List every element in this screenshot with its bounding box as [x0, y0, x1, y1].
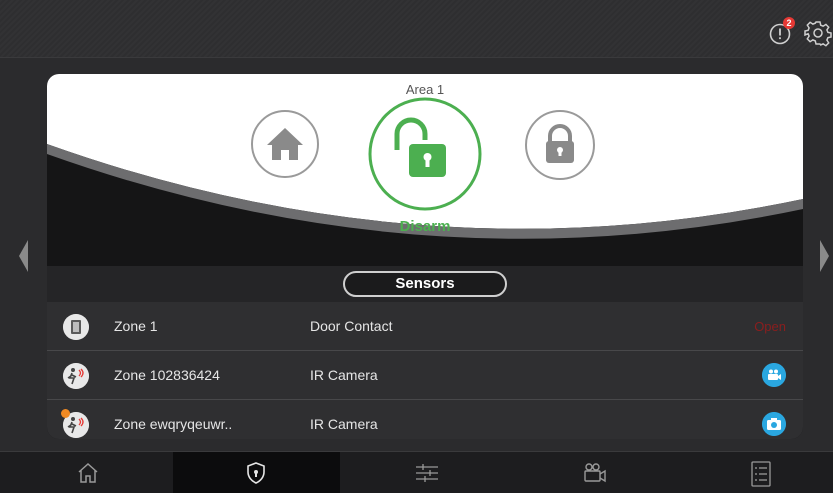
sensor-name: Zone 1 — [114, 318, 158, 334]
sensors-header: Sensors — [47, 266, 803, 302]
arming-hero: Area 1 Disarm — [47, 74, 803, 269]
alert-count-badge: 2 — [783, 17, 795, 29]
sensor-row[interactable]: Zone ewqryqeuwr.. IR Camera — [47, 400, 803, 439]
photo-camera-icon[interactable] — [762, 412, 786, 436]
list-icon — [751, 461, 771, 487]
door-contact-icon — [63, 314, 89, 340]
sensor-name: Zone 102836424 — [114, 367, 220, 383]
selected-mode-label: Disarm — [399, 218, 451, 235]
tab-security[interactable] — [173, 452, 340, 493]
next-area-arrow-icon[interactable] — [818, 236, 832, 276]
disarm-unlock-icon[interactable] — [367, 96, 483, 212]
sensor-type: Door Contact — [310, 318, 393, 334]
previous-area-arrow-icon[interactable] — [16, 236, 30, 276]
settings-gear-icon[interactable] — [804, 19, 832, 47]
security-panel: Area 1 Disarm Sensors Zone 1 Door Contac… — [47, 74, 803, 439]
sensor-alert-dot — [61, 409, 70, 418]
sensors-title[interactable]: Sensors — [343, 271, 507, 297]
sensor-type: IR Camera — [310, 416, 378, 432]
top-bar: 2 — [0, 0, 833, 58]
tab-list[interactable] — [680, 452, 833, 493]
sensor-list: Zone 1 Door Contact Open Zone 102836424 … — [47, 302, 803, 439]
bottom-nav — [0, 451, 833, 493]
tab-controls[interactable] — [340, 452, 513, 493]
home-icon — [78, 462, 98, 483]
home-stay-icon[interactable] — [250, 109, 320, 179]
security-shield-icon — [247, 462, 265, 484]
tab-video[interactable] — [513, 452, 680, 493]
controls-sliders-icon — [416, 464, 438, 482]
away-lock-icon[interactable] — [524, 109, 596, 181]
sensor-row[interactable]: Zone 102836424 IR Camera — [47, 351, 803, 400]
area-title: Area 1 — [405, 82, 445, 97]
sensor-type: IR Camera — [310, 367, 378, 383]
tab-home[interactable] — [0, 452, 173, 493]
video-camera-icon — [584, 463, 606, 483]
sensor-name: Zone ewqryqeuwr.. — [114, 416, 233, 432]
sensor-status: Open — [754, 319, 786, 334]
motion-sensor-icon — [63, 363, 89, 389]
video-camera-icon[interactable] — [762, 363, 786, 387]
sensor-row[interactable]: Zone 1 Door Contact Open — [47, 302, 803, 351]
